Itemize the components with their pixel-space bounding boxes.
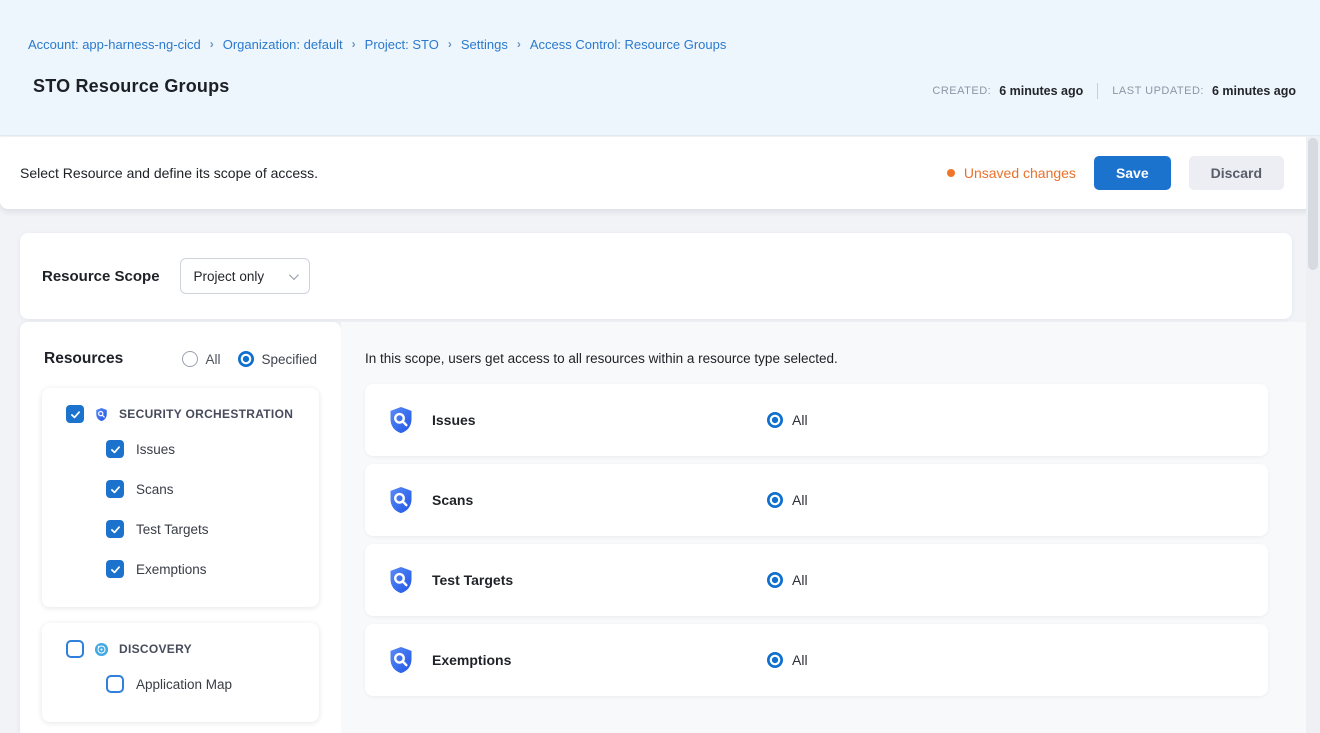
shield-scan-icon [386, 405, 416, 435]
breadcrumb-settings[interactable]: Settings [461, 37, 508, 52]
breadcrumb-access-control[interactable]: Access Control: Resource Groups [530, 37, 727, 52]
breadcrumb-organization[interactable]: Organization: default [223, 37, 343, 52]
resource-group-security-orchestration: SECURITY ORCHESTRATION Issues Scans Test… [42, 388, 319, 607]
resource-type-label: Issues [432, 412, 476, 428]
radar-icon [94, 642, 109, 657]
shield-scan-icon [386, 485, 416, 515]
scope-description: In this scope, users get access to all r… [365, 351, 838, 366]
resource-group-discovery: DISCOVERY Application Map [42, 623, 319, 722]
resource-checkbox-scans[interactable]: Scans [42, 469, 319, 509]
radio-selected-icon [767, 572, 783, 588]
access-radio-all[interactable]: All [767, 412, 808, 428]
resource-checkbox-exemptions[interactable]: Exemptions [42, 549, 319, 589]
group-header: DISCOVERY [42, 623, 319, 658]
resource-scope-card: Resource Scope Project only [20, 233, 1292, 319]
shield-scan-icon [386, 645, 416, 675]
resource-checkbox-test-targets[interactable]: Test Targets [42, 509, 319, 549]
resource-rows: Issues All Scans All [365, 384, 1268, 704]
resource-row-test-targets: Test Targets All [365, 544, 1268, 616]
breadcrumb-project[interactable]: Project: STO [365, 37, 439, 52]
checkbox-security-orchestration[interactable] [66, 405, 84, 423]
toolbar: Select Resource and define its scope of … [0, 137, 1312, 209]
resources-mode-radios: All Specified [182, 351, 317, 367]
group-children: Application Map [42, 664, 319, 704]
breadcrumb-account[interactable]: Account: app-harness-ng-cicd [28, 37, 201, 52]
chevron-right-icon: › [517, 37, 521, 51]
access-label: All [792, 492, 808, 508]
resource-scope-label: Resource Scope [42, 268, 160, 285]
chevron-right-icon: › [448, 37, 452, 51]
resource-checkbox-issues[interactable]: Issues [42, 429, 319, 469]
unsaved-changes-indicator: Unsaved changes [947, 165, 1076, 181]
chevron-right-icon: › [352, 37, 356, 51]
resources-sidebar: Resources All Specified [20, 322, 341, 733]
access-label: All [792, 412, 808, 428]
resource-scope-value: Project only [194, 269, 265, 284]
resource-type-label: Exemptions [432, 652, 511, 668]
page-header: Account: app-harness-ng-cicd › Organizat… [0, 0, 1320, 136]
checkbox-icon [106, 520, 124, 538]
last-updated-value: 6 minutes ago [1212, 84, 1296, 98]
resource-row-scans: Scans All [365, 464, 1268, 536]
access-label: All [792, 652, 808, 668]
resource-checkbox-application-map[interactable]: Application Map [42, 664, 319, 704]
scrollbar-thumb[interactable] [1308, 138, 1318, 270]
access-radio-all[interactable]: All [767, 492, 808, 508]
scrollbar[interactable] [1306, 136, 1320, 733]
resources-header: Resources All Specified [20, 322, 341, 380]
created-label: CREATED: [932, 85, 991, 97]
toolbar-description: Select Resource and define its scope of … [20, 165, 318, 181]
radio-specified-label: Specified [261, 352, 317, 367]
group-children: Issues Scans Test Targets Exemptions [42, 429, 319, 589]
check-icon [69, 408, 82, 421]
resource-type-label: Test Targets [432, 572, 513, 588]
checkbox-icon [106, 440, 124, 458]
chevron-down-icon [289, 270, 299, 280]
radio-option-specified[interactable]: Specified [238, 351, 317, 367]
shield-scan-icon [386, 565, 416, 595]
radio-selected-icon [767, 412, 783, 428]
save-button[interactable]: Save [1094, 156, 1171, 190]
page-title: STO Resource Groups [33, 76, 230, 97]
resource-label: Issues [136, 442, 175, 457]
meta-divider [1097, 83, 1098, 99]
access-label: All [792, 572, 808, 588]
created-value: 6 minutes ago [999, 84, 1083, 98]
resource-row-exemptions: Exemptions All [365, 624, 1268, 696]
checkbox-icon [106, 480, 124, 498]
radio-all-label: All [205, 352, 220, 367]
header-meta: CREATED: 6 minutes ago LAST UPDATED: 6 m… [932, 83, 1296, 99]
resource-label: Exemptions [136, 562, 207, 577]
discard-button[interactable]: Discard [1189, 156, 1284, 190]
breadcrumb: Account: app-harness-ng-cicd › Organizat… [28, 37, 726, 52]
group-header: SECURITY ORCHESTRATION [42, 388, 319, 423]
access-radio-all[interactable]: All [767, 652, 808, 668]
unsaved-dot-icon [947, 169, 955, 177]
checkbox-icon [106, 675, 124, 693]
group-label: DISCOVERY [119, 642, 192, 656]
radio-unselected-icon [182, 351, 198, 367]
unsaved-changes-label: Unsaved changes [964, 165, 1076, 181]
access-radio-all[interactable]: All [767, 572, 808, 588]
resource-scope-dropdown[interactable]: Project only [180, 258, 310, 294]
main-content: In this scope, users get access to all r… [341, 322, 1320, 733]
radio-selected-icon [767, 652, 783, 668]
checkbox-discovery[interactable] [66, 640, 84, 658]
radio-selected-icon [767, 492, 783, 508]
checkbox-icon [106, 560, 124, 578]
resource-label: Scans [136, 482, 174, 497]
resource-label: Application Map [136, 677, 232, 692]
resource-type-label: Scans [432, 492, 473, 508]
last-updated-label: LAST UPDATED: [1112, 85, 1204, 97]
chevron-right-icon: › [210, 37, 214, 51]
resource-label: Test Targets [136, 522, 209, 537]
resources-title: Resources [44, 350, 123, 368]
shield-scan-icon [94, 407, 109, 422]
toolbar-actions: Unsaved changes Save Discard [947, 156, 1284, 190]
radio-selected-icon [238, 351, 254, 367]
group-label: SECURITY ORCHESTRATION [119, 407, 293, 421]
radio-option-all[interactable]: All [182, 351, 220, 367]
resource-row-issues: Issues All [365, 384, 1268, 456]
